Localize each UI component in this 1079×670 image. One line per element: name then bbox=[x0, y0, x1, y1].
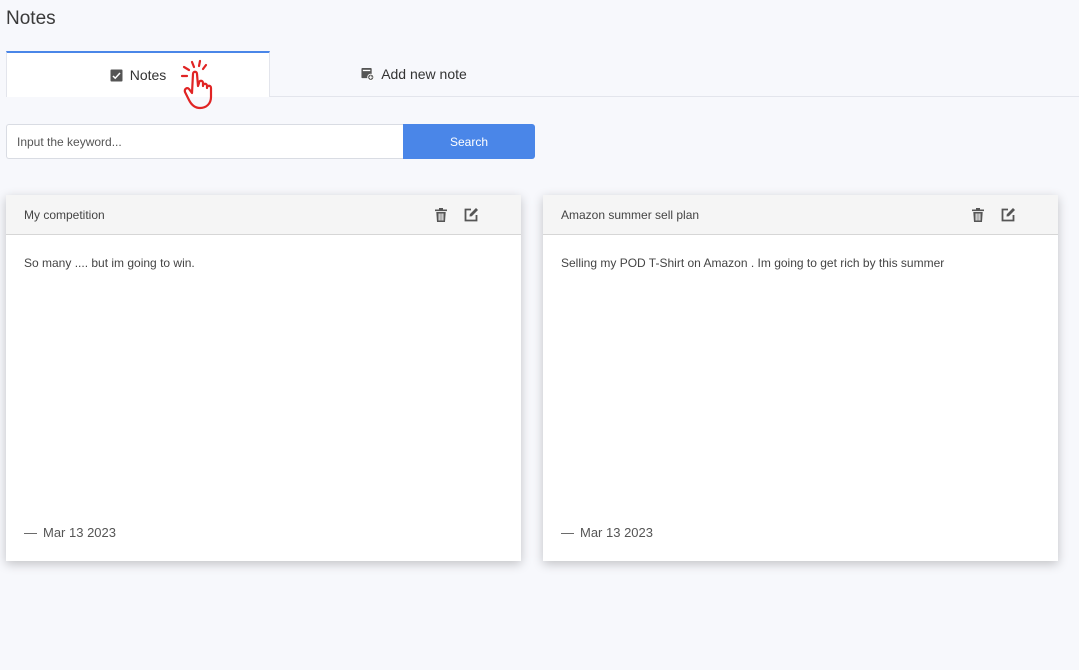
search-bar: Search bbox=[6, 124, 535, 159]
note-actions bbox=[433, 207, 479, 223]
date-dash: — bbox=[561, 525, 574, 540]
note-content: So many .... but im going to win. bbox=[24, 256, 195, 270]
tab-bar: Notes Add new note bbox=[6, 51, 1079, 110]
search-input[interactable] bbox=[6, 124, 403, 159]
tab-add-new-note[interactable]: Add new note bbox=[282, 51, 546, 96]
trash-icon[interactable] bbox=[970, 207, 986, 223]
page-title: Notes bbox=[6, 8, 56, 29]
edit-icon[interactable] bbox=[1000, 207, 1016, 223]
search-button[interactable]: Search bbox=[403, 124, 535, 159]
tab-notes[interactable]: Notes bbox=[6, 51, 270, 97]
note-header: My competition bbox=[6, 195, 521, 235]
trash-icon[interactable] bbox=[433, 207, 449, 223]
note-header: Amazon summer sell plan bbox=[543, 195, 1058, 235]
tab-add-new-note-label: Add new note bbox=[381, 65, 467, 82]
tab-notes-label: Notes bbox=[129, 67, 167, 83]
note-title: My competition bbox=[24, 207, 105, 222]
note-date: — Mar 13 2023 bbox=[24, 525, 116, 540]
note-card: Amazon summer sell plan Selling my POD T… bbox=[543, 195, 1058, 561]
note-date-text: Mar 13 2023 bbox=[580, 525, 653, 540]
edit-icon[interactable] bbox=[463, 207, 479, 223]
date-dash: — bbox=[24, 525, 37, 540]
hand-pointer-icon bbox=[178, 59, 228, 111]
note-card: My competition So many .... but im going… bbox=[6, 195, 521, 561]
note-content: Selling my POD T-Shirt on Amazon . Im go… bbox=[561, 256, 945, 270]
note-date-text: Mar 13 2023 bbox=[43, 525, 116, 540]
note-check-icon bbox=[110, 69, 123, 82]
note-date: — Mar 13 2023 bbox=[561, 525, 653, 540]
note-title: Amazon summer sell plan bbox=[561, 207, 700, 222]
note-actions bbox=[970, 207, 1016, 223]
note-add-icon bbox=[361, 67, 375, 81]
